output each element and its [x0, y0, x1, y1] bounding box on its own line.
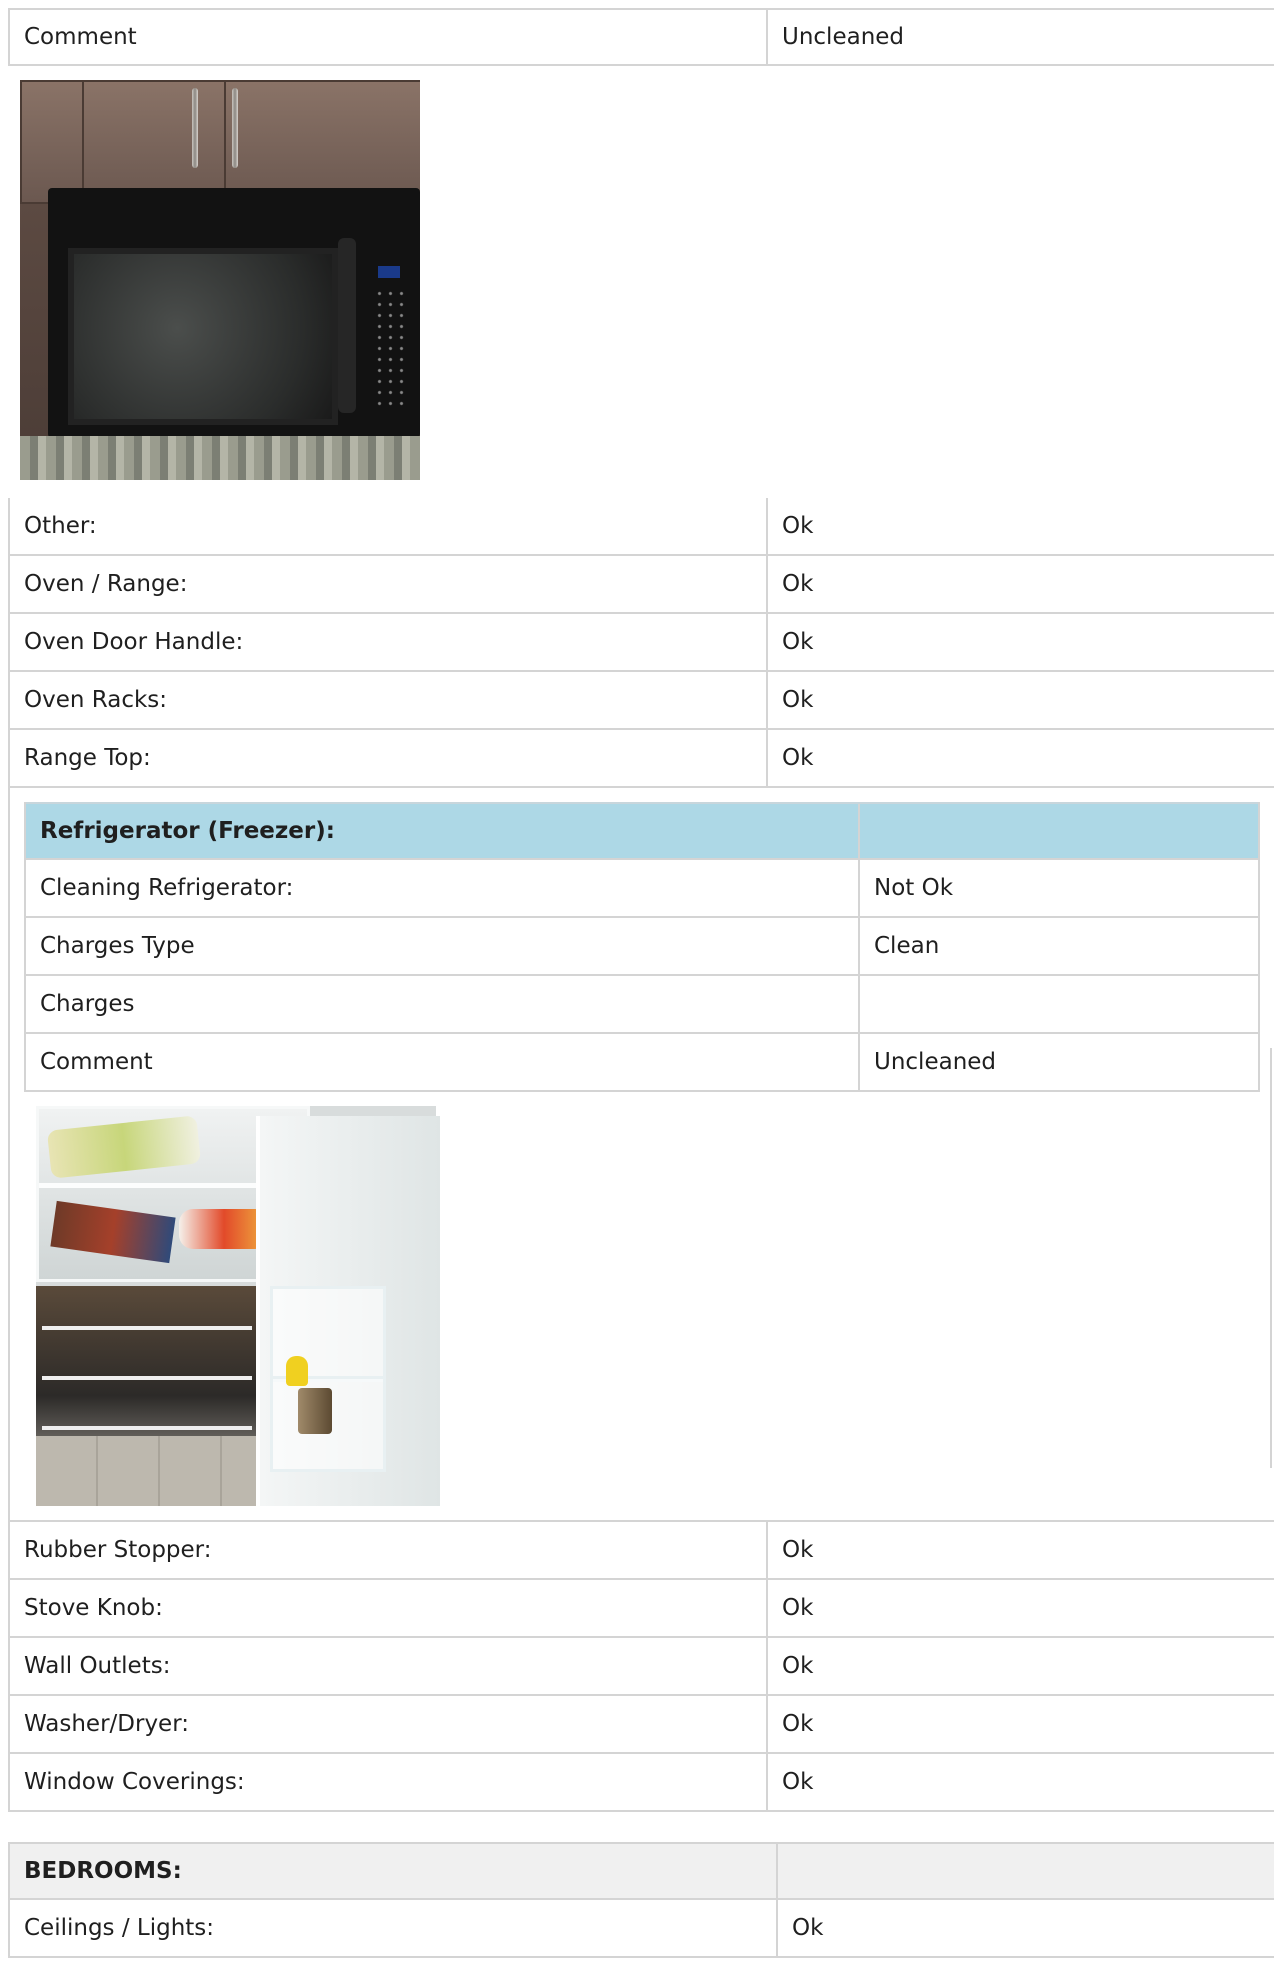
microwave-photo[interactable] — [20, 80, 420, 480]
row-label: Ceilings / Lights: — [8, 1900, 778, 1956]
row-label: Oven Racks: — [8, 672, 768, 728]
row-value: Ok — [782, 1595, 814, 1621]
section-header: BEDROOMS: — [8, 1842, 1274, 1900]
table-row: Washer/Dryer: Ok — [8, 1696, 1274, 1754]
row-label: Oven / Range: — [8, 556, 768, 612]
table-row: Oven Door Handle: Ok — [8, 614, 1274, 672]
row-label: Wall Outlets: — [8, 1638, 768, 1694]
table-row: Cleaning Refrigerator: Not Ok — [26, 860, 1258, 918]
row-label: Stove Knob: — [8, 1580, 768, 1636]
row-label: Range Top: — [8, 730, 768, 786]
row-label: Window Coverings: — [8, 1754, 768, 1810]
table-row: Wall Outlets: Ok — [8, 1638, 1274, 1696]
row-value: Ok — [782, 1537, 814, 1563]
table-row: Comment Uncleaned — [8, 8, 1274, 66]
table-row: Comment Uncleaned — [26, 1034, 1258, 1092]
table-row: Stove Knob: Ok — [8, 1580, 1274, 1638]
table-row: Rubber Stopper: Ok — [8, 1522, 1274, 1580]
table-row: Oven / Range: Ok — [8, 556, 1274, 614]
row-label: Other: — [8, 498, 768, 554]
bedrooms-table: BEDROOMS: Ceilings / Lights: Ok — [8, 1842, 1274, 1958]
row-value: Uncleaned — [782, 24, 905, 50]
inspection-report: Comment Uncleaned Other: Ok Oven / Range… — [8, 8, 1274, 1958]
row-label: Cleaning Refrigerator: — [26, 860, 860, 916]
refrigerator-photo[interactable] — [36, 1106, 440, 1506]
refrigerator-section: Refrigerator (Freezer): Cleaning Refrige… — [8, 788, 1274, 1522]
row-value: Ok — [782, 513, 814, 539]
row-label: Charges Type — [26, 918, 860, 974]
row-value: Ok — [782, 1711, 814, 1737]
table-row: Range Top: Ok — [8, 730, 1274, 788]
photo-container — [8, 66, 1274, 498]
row-value: Uncleaned — [874, 1049, 997, 1075]
kitchen-table-continued: Rubber Stopper: Ok Stove Knob: Ok Wall O… — [8, 1522, 1274, 1812]
row-value: Ok — [782, 745, 814, 771]
row-label: Rubber Stopper: — [8, 1522, 768, 1578]
section-title: BEDROOMS: — [8, 1844, 778, 1898]
row-value: Ok — [782, 1653, 814, 1679]
row-value — [860, 976, 1258, 1032]
row-label: Oven Door Handle: — [8, 614, 768, 670]
refrigerator-table: Refrigerator (Freezer): Cleaning Refrige… — [24, 802, 1260, 1092]
row-value: Ok — [782, 687, 814, 713]
row-value: Clean — [874, 933, 940, 959]
row-label: Comment — [8, 10, 768, 64]
table-row: Window Coverings: Ok — [8, 1754, 1274, 1812]
section-header-empty — [778, 1844, 1274, 1898]
table-row: Other: Ok — [8, 498, 1274, 556]
section-header-empty — [860, 804, 1258, 858]
row-value: Ok — [792, 1915, 824, 1941]
row-value: Not Ok — [874, 875, 954, 901]
section-title: Refrigerator (Freezer): — [26, 804, 860, 858]
table-row: Charges — [26, 976, 1258, 1034]
kitchen-table: Other: Ok Oven / Range: Ok Oven Door Han… — [8, 498, 1274, 788]
row-label: Washer/Dryer: — [8, 1696, 768, 1752]
row-label: Charges — [26, 976, 860, 1032]
row-value: Ok — [782, 629, 814, 655]
table-row: Ceilings / Lights: Ok — [8, 1900, 1274, 1958]
row-value: Ok — [782, 1769, 814, 1795]
table-row: Charges Type Clean — [26, 918, 1258, 976]
row-value: Ok — [782, 571, 814, 597]
row-label: Comment — [26, 1034, 860, 1090]
table-row: Oven Racks: Ok — [8, 672, 1274, 730]
section-header: Refrigerator (Freezer): — [26, 802, 1258, 860]
